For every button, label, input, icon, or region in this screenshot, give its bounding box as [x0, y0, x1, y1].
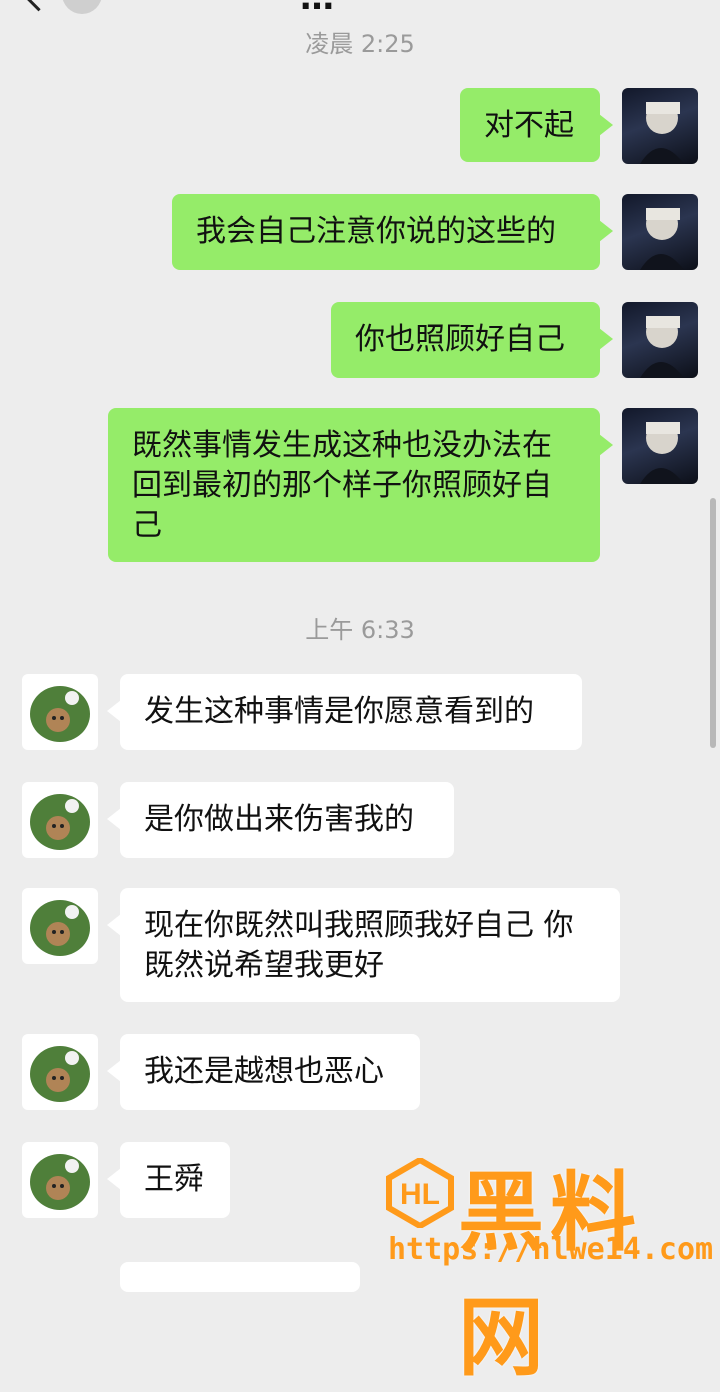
message-bubble-received[interactable]: 现在你既然叫我照顾我好自己 你 既然说希望我更好	[107, 888, 620, 1002]
svg-text:HL: HL	[400, 1178, 440, 1211]
message-bubble-sent[interactable]: 对不起	[460, 88, 613, 162]
my-avatar[interactable]	[622, 194, 698, 270]
message-bubble-sent[interactable]: 我会自己注意你说的这些的	[172, 194, 613, 270]
my-avatar[interactable]	[622, 408, 698, 484]
scrollbar[interactable]	[710, 498, 716, 748]
message-bubble-received[interactable]: 发生这种事情是你愿意看到的	[107, 674, 582, 750]
top-nav-bar: …	[0, 0, 720, 18]
contact-avatar[interactable]	[22, 782, 98, 858]
message-bubble-received[interactable]: 我还是越想也恶心	[107, 1034, 420, 1110]
header-avatar	[62, 0, 102, 14]
message-bubble-sent[interactable]: 既然事情发生成这种也没办法在 回到最初的那个样子你照顾好自 己	[108, 408, 613, 562]
cat-sticker-icon	[30, 794, 90, 850]
watermark-url: https://hlwe14.com	[388, 1232, 714, 1267]
message-bubble-received[interactable]: 王舜	[107, 1142, 230, 1218]
person-photo-icon	[640, 208, 684, 270]
back-arrow-icon[interactable]	[23, 0, 54, 12]
cat-sticker-icon	[30, 1046, 90, 1102]
cat-sticker-icon	[30, 900, 90, 956]
contact-avatar[interactable]	[22, 1034, 98, 1110]
my-avatar[interactable]	[622, 302, 698, 378]
person-photo-icon	[640, 316, 684, 378]
message-bubble-received[interactable]: 是你做出来伤害我的	[107, 782, 454, 858]
watermark-logo-icon: HL	[386, 1158, 454, 1228]
contact-avatar[interactable]	[22, 674, 98, 750]
cat-sticker-icon	[30, 686, 90, 742]
partial-message-bubble	[120, 1262, 360, 1292]
contact-avatar[interactable]	[22, 1142, 98, 1218]
watermark-brand: 黑料网	[458, 1163, 642, 1388]
cat-sticker-icon	[30, 1154, 90, 1210]
timestamp: 凌晨 2:25	[305, 30, 415, 58]
person-photo-icon	[640, 422, 684, 484]
message-bubble-sent[interactable]: 你也照顾好自己	[331, 302, 613, 378]
contact-avatar[interactable]	[22, 888, 98, 964]
my-avatar[interactable]	[622, 88, 698, 164]
person-photo-icon	[640, 102, 684, 164]
timestamp: 上午 6:33	[305, 616, 415, 644]
chat-title: …	[300, 0, 340, 18]
